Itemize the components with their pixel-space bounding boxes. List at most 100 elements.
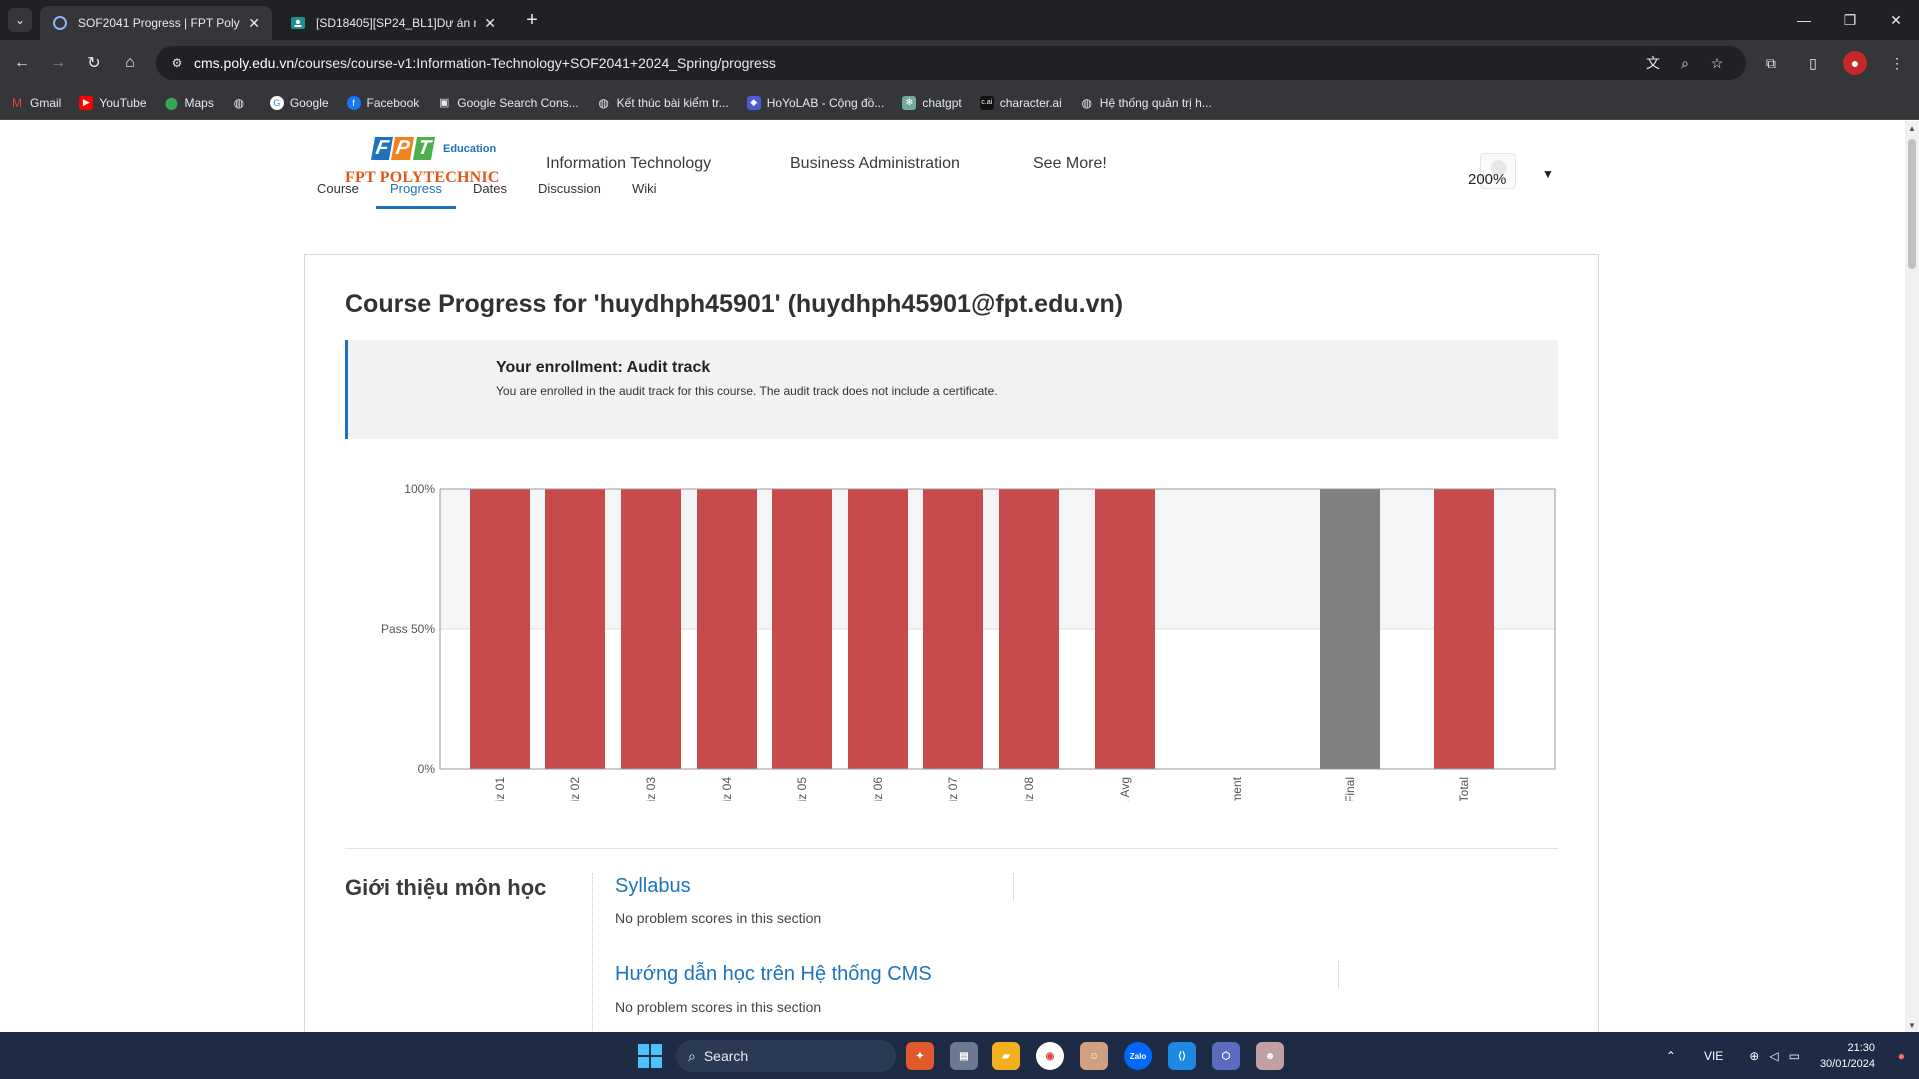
scroll-up-icon[interactable]: ▲ [1908, 123, 1916, 133]
close-window-icon[interactable]: ✕ [1873, 0, 1919, 40]
extensions-icon[interactable]: ⧉ [1759, 51, 1783, 75]
bookmark-facebook[interactable]: f Facebook [346, 95, 419, 110]
browser-toolbar: ← → ↻ ⌂ ⚙ cms.poly.edu.vn/courses/course… [0, 40, 1919, 86]
search-console-icon: ▣ [439, 97, 450, 109]
home-icon[interactable]: ⌂ [118, 51, 142, 75]
globe-icon: ◍ [233, 95, 245, 110]
browser-tab[interactable]: [SD18405][SP24_BL1]Dự án mẫ ✕ [278, 6, 508, 40]
bookmark-maps[interactable]: ⬤ Maps [165, 96, 214, 110]
battery-icon[interactable]: ▭ [1789, 1049, 1800, 1063]
side-panel-icon[interactable]: ▯ [1801, 51, 1825, 75]
copilot-icon[interactable]: ✦ [906, 1042, 934, 1070]
language-indicator[interactable]: VIE [1704, 1049, 1723, 1063]
logo-letter: T [412, 137, 435, 160]
loading-icon [53, 16, 67, 30]
section-link-cms-guide[interactable]: Hướng dẫn học trên Hệ thống CMS [615, 963, 932, 986]
task-view-icon[interactable]: ▤ [950, 1042, 978, 1070]
bookmark-chatgpt[interactable]: ✻ chatgpt [902, 95, 962, 110]
clock-date: 30/01/2024 [1819, 1057, 1875, 1070]
chrome-icon[interactable]: ◉ [1036, 1042, 1064, 1070]
zoom-icon[interactable]: ⌕ [1676, 54, 1694, 72]
minimize-icon[interactable]: — [1781, 0, 1827, 40]
file-explorer-icon[interactable]: ▰ [992, 1042, 1020, 1070]
enrollment-message: Your enrollment: Audit track You are enr… [345, 340, 1558, 439]
logo-education-text: Education [443, 143, 497, 155]
reload-icon[interactable]: ↻ [82, 51, 106, 75]
classroom-icon [291, 17, 305, 29]
enrollment-text: You are enrolled in the audit track for … [496, 384, 998, 398]
bookmark-globe[interactable]: ◍ [232, 96, 252, 110]
close-tab-icon[interactable]: ✕ [484, 15, 496, 32]
app-icon[interactable]: ☺ [1080, 1042, 1108, 1070]
scroll-down-icon[interactable]: ▼ [1908, 1020, 1916, 1030]
address-bar[interactable]: ⚙ cms.poly.edu.vn/courses/course-v1:Info… [156, 46, 1746, 80]
active-tab-indicator [376, 206, 456, 209]
menu-kebab-icon[interactable]: ⋮ [1885, 51, 1909, 75]
maps-pin-icon: ⬤ [164, 95, 179, 110]
url-text[interactable]: cms.poly.edu.vn/courses/course-v1:Inform… [194, 55, 776, 71]
tab-course[interactable]: Course [317, 181, 359, 196]
bookmark-hoyolab[interactable]: ◆ HoYoLAB - Cộng đồ... [746, 95, 884, 110]
x-tick-label: Quiz 04 [720, 777, 734, 801]
notification-bell-icon[interactable]: ● [1898, 1049, 1905, 1063]
scrollbar-thumb[interactable] [1908, 139, 1916, 269]
y-tick-label: Pass 50% [381, 622, 435, 636]
tab-search-button[interactable]: ⌄ [8, 8, 32, 32]
tab-wiki[interactable]: Wiki [632, 181, 657, 196]
translate-icon[interactable]: 文 [1644, 54, 1662, 72]
user-menu-label[interactable]: 200% [1468, 171, 1506, 188]
caret-down-icon[interactable]: ▼ [1542, 167, 1554, 181]
bookmark-search-console[interactable]: ▣ Google Search Cons... [437, 96, 579, 110]
page-scrollbar[interactable]: ▲ ▼ [1905, 121, 1919, 1032]
nav-business-administration[interactable]: Business Administration [790, 155, 960, 173]
x-tick-label: Assignment [1230, 776, 1244, 801]
browser-tab-active[interactable]: SOF2041 Progress | FPT Polytec ✕ [40, 6, 272, 40]
chapter-title: Giới thiệu môn học [345, 875, 547, 900]
new-tab-button[interactable]: + [520, 8, 544, 32]
restore-icon[interactable]: ❐ [1827, 0, 1873, 40]
facebook-icon: f [346, 95, 361, 110]
bookmark-youtube[interactable]: ▶ YouTube [79, 95, 147, 110]
site-info-icon[interactable]: ⚙ [168, 54, 186, 72]
bookmark-quiz[interactable]: ◍ Kết thúc bài kiểm tr... [597, 96, 728, 110]
bookmark-star-icon[interactable]: ☆ [1708, 54, 1726, 72]
section-score-text: No problem scores in this section [615, 999, 822, 1015]
volume-icon[interactable]: ◁ [1769, 1049, 1778, 1063]
nav-see-more[interactable]: See More! [1033, 155, 1107, 173]
app-icon[interactable]: ☻ [1256, 1042, 1284, 1070]
bookmark-google[interactable]: G Google [269, 95, 329, 110]
grade-chart: Quiz 01 Quiz 02 Quiz 03 Quiz 04 Quiz 05 Quiz … [381, 482, 1556, 801]
app-cube-icon[interactable]: ⬡ [1212, 1042, 1240, 1070]
profile-avatar-icon[interactable]: ● [1843, 51, 1867, 75]
x-tick-label: Quiz Avg [1118, 777, 1132, 801]
clock[interactable]: 21:30 30/01/2024 [1820, 1040, 1875, 1072]
forward-icon[interactable]: → [46, 51, 70, 75]
bookmark-character-ai[interactable]: c.ai character.ai [979, 95, 1062, 110]
vscode-icon[interactable]: ⟨⟩ [1168, 1042, 1196, 1070]
section-link-syllabus[interactable]: Syllabus [615, 875, 691, 898]
network-icon[interactable]: ⊕ [1749, 1049, 1759, 1063]
back-icon[interactable]: ← [10, 51, 34, 75]
chevron-up-icon[interactable]: ⌃ [1666, 1049, 1676, 1063]
y-tick-label: 0% [418, 762, 436, 776]
character-ai-icon: c.ai [979, 95, 994, 110]
bookmark-management-system[interactable]: ◍ Hệ thống quản trị h... [1080, 96, 1212, 110]
tab-progress[interactable]: Progress [390, 181, 442, 196]
gmail-icon: M [12, 95, 22, 110]
nav-information-technology[interactable]: Information Technology [546, 155, 711, 173]
taskbar-search[interactable]: ⌕ Search [676, 1040, 896, 1072]
windows-start-icon[interactable] [638, 1044, 662, 1068]
zalo-icon[interactable]: Zalo [1124, 1042, 1152, 1070]
x-tick-label: Quiz 08 [1022, 777, 1036, 801]
bar-quiz-05 [772, 489, 832, 769]
logo-letter: F [370, 137, 394, 160]
page-viewport: F P T Education FPT POLYTECHNIC Informat… [0, 121, 1905, 1032]
close-tab-icon[interactable]: ✕ [248, 15, 260, 32]
bar-quiz-07 [923, 489, 983, 769]
google-icon: G [269, 95, 284, 110]
x-tick-label: Quiz 05 [795, 777, 809, 801]
tab-dates[interactable]: Dates [473, 181, 507, 196]
tab-discussion[interactable]: Discussion [538, 181, 601, 196]
bar-quiz-01 [470, 489, 530, 769]
bookmark-gmail[interactable]: M Gmail [10, 96, 61, 110]
